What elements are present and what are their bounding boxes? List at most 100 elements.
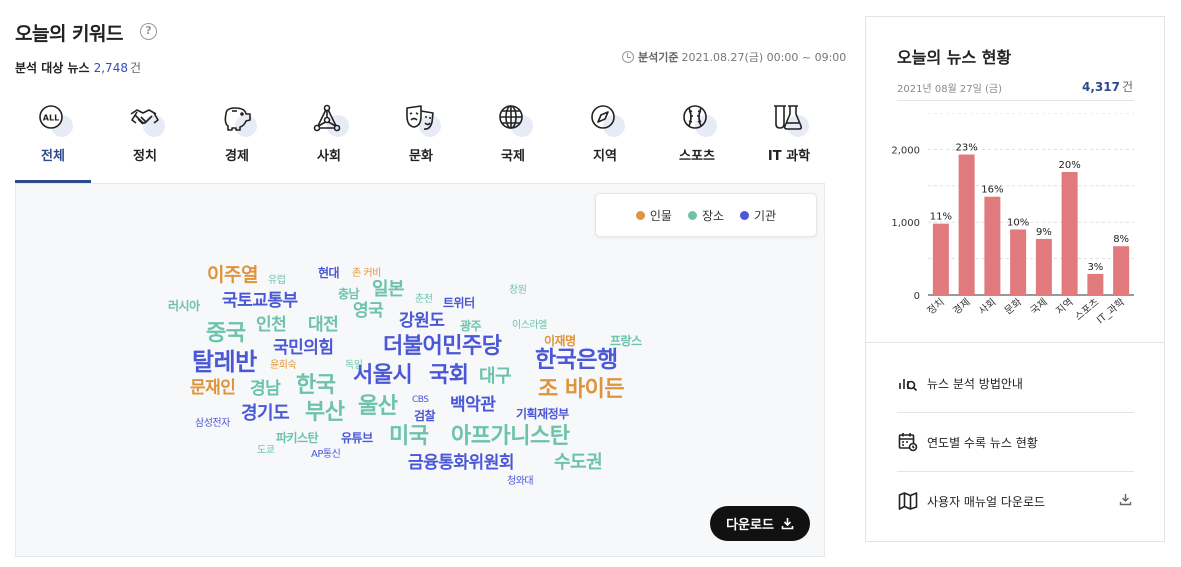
help-icon[interactable]: ? [140, 23, 157, 40]
keyword[interactable]: 서울시 [353, 365, 413, 387]
analysis-guide-link[interactable]: 뉴스 분석 방법안내 [897, 354, 1134, 412]
legend-dot-place [687, 210, 697, 220]
legend-dot-org [740, 210, 750, 220]
keyword[interactable]: 이재명 [544, 335, 576, 347]
keyword[interactable]: CBS [412, 396, 429, 405]
category-tabs: ALL 전체 정치 경제 사회 문화 국제 지역 스포츠 IT 과학 [15, 100, 825, 184]
keyword[interactable]: 이주열 [207, 266, 258, 285]
keyword[interactable]: 윤희숙 [270, 361, 297, 371]
legend-label: 인물 [649, 208, 672, 223]
tab-economy[interactable]: 경제 [199, 100, 275, 184]
download-icon[interactable] [1119, 493, 1132, 506]
tab-international[interactable]: 국제 [475, 100, 551, 184]
keyword[interactable]: 기획재정부 [516, 408, 569, 420]
menu-label: 사용자 매뉴얼 다운로드 [927, 494, 1046, 509]
keyword[interactable]: 경기도 [241, 405, 290, 423]
x-tick-label: 사회 [976, 296, 998, 317]
tab-region[interactable]: 지역 [567, 100, 643, 184]
keyword[interactable]: 춘천 [415, 295, 433, 305]
keyword[interactable]: 존 커비 [352, 269, 381, 279]
keyword[interactable]: 검찰 [414, 410, 436, 422]
keyword[interactable]: 국회 [429, 365, 469, 387]
keyword[interactable]: 더불어민주당 [383, 336, 502, 358]
tab-society[interactable]: 사회 [291, 100, 367, 184]
download-label: 다운로드 [726, 518, 774, 533]
side-date: 2021년 08월 27일 (금) [897, 84, 1003, 95]
tab-it-science[interactable]: IT 과학 [751, 100, 827, 184]
data-label: 20% [1059, 160, 1081, 171]
keyword[interactable]: 수도권 [554, 454, 603, 472]
handshake-icon [128, 102, 165, 137]
tab-all[interactable]: ALL 전체 [15, 100, 91, 184]
keyword[interactable]: 대전 [308, 317, 339, 334]
tab-label: IT 과학 [767, 149, 811, 164]
bar [958, 154, 975, 295]
theater-masks-icon [404, 102, 441, 137]
keyword[interactable]: 프랑스 [610, 335, 642, 347]
bar [1087, 273, 1104, 295]
tab-sports[interactable]: 스포츠 [659, 100, 735, 184]
keyword[interactable]: 영국 [353, 303, 384, 320]
legend-label: 기관 [754, 208, 777, 223]
keyword[interactable]: 금융통화위원회 [408, 455, 514, 472]
tab-culture[interactable]: 문화 [383, 100, 459, 184]
x-tick-label: IT_과학 [1094, 296, 1127, 326]
keyword[interactable]: 트위터 [443, 297, 475, 309]
keyword[interactable]: 조 바이든 [538, 379, 625, 401]
data-label: 11% [930, 212, 952, 223]
analysis-basis: 분석기준 2021.08.27(금) 00:00 ~ 09:00 [622, 49, 846, 65]
keyword[interactable]: 광주 [460, 320, 482, 332]
tab-politics[interactable]: 정치 [107, 100, 183, 184]
keyword[interactable]: 파키스탄 [276, 432, 319, 444]
user-manual-download-link[interactable]: 사용자 매뉴얼 다운로드 [897, 472, 1134, 530]
download-icon [781, 518, 794, 530]
keyword[interactable]: 유튜브 [341, 432, 373, 444]
divider [866, 342, 1164, 343]
keyword[interactable]: 탈레반 [192, 350, 257, 374]
keyword[interactable]: 삼성전자 [195, 419, 230, 429]
keyword[interactable]: 창원 [509, 286, 527, 296]
keyword[interactable]: 울산 [358, 396, 398, 418]
bar [1061, 171, 1078, 295]
keyword[interactable]: AP통신 [311, 450, 341, 460]
yearly-news-status-link[interactable]: 연도별 수록 뉴스 현황 [897, 413, 1134, 471]
news-count-value: 2,748 [93, 61, 128, 75]
keyword[interactable]: 경남 [250, 381, 281, 398]
data-label: 9% [1036, 227, 1052, 238]
keyword[interactable]: 러시아 [168, 300, 200, 312]
data-label: 8% [1113, 234, 1129, 245]
tab-label: 지역 [593, 149, 617, 164]
tab-label: 경제 [225, 149, 249, 164]
legend: 인물 장소 기관 [595, 193, 817, 237]
keyword[interactable]: 충남 [338, 288, 360, 300]
download-button[interactable]: 다운로드 [710, 506, 810, 541]
keyword[interactable]: 한국은행 [535, 349, 618, 372]
data-label: 3% [1087, 262, 1103, 273]
y-tick-label: 1,000 [891, 218, 920, 229]
basis-value: 2021.08.27(금) 00:00 ~ 09:00 [681, 51, 847, 64]
tab-label: 국제 [501, 149, 525, 164]
keyword[interactable]: 강원도 [399, 313, 445, 330]
keyword[interactable]: 현대 [318, 267, 340, 279]
keyword[interactable]: 중국 [206, 323, 246, 345]
keyword[interactable]: 이스라엘 [512, 321, 547, 331]
keyword[interactable]: 도쿄 [257, 446, 275, 456]
keyword[interactable]: 국토교통부 [222, 293, 298, 310]
keyword[interactable]: 국민의힘 [273, 340, 334, 357]
keyword[interactable]: 부산 [305, 402, 345, 424]
page-title: 오늘의 키워드 [15, 23, 124, 45]
map-icon [897, 490, 919, 512]
keyword[interactable]: 백악관 [450, 397, 496, 414]
keyword[interactable]: 한국 [296, 375, 336, 397]
keyword[interactable]: 일본 [372, 281, 405, 299]
tab-label: 문화 [409, 149, 433, 164]
keyword[interactable]: 인천 [256, 317, 287, 334]
keyword[interactable]: 아프가니스탄 [451, 426, 570, 448]
keyword[interactable]: 유럽 [268, 276, 286, 286]
keyword[interactable]: 문재인 [190, 380, 236, 397]
page-root: 오늘의 키워드 ? 분석 대상 뉴스 2,748 건 분석기준 2021.08.27(… [0, 0, 1181, 567]
keyword[interactable]: 대구 [479, 368, 512, 386]
keyword[interactable]: 청와대 [507, 477, 534, 487]
piggy-bank-icon [220, 102, 257, 137]
keyword[interactable]: 미국 [389, 426, 429, 448]
